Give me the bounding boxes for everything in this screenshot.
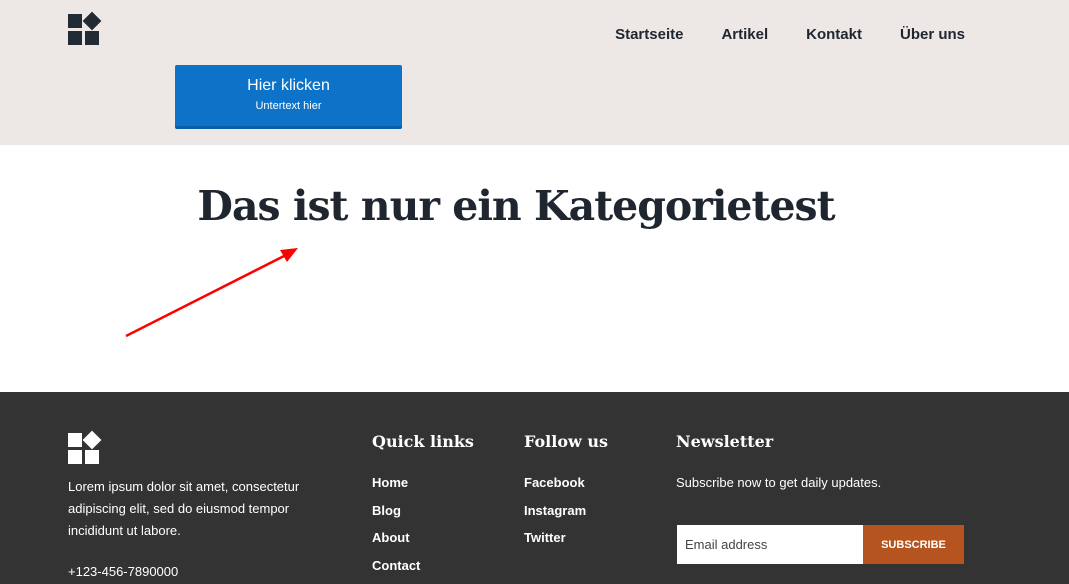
arrow-head	[280, 248, 298, 262]
footer-about-text: Lorem ipsum dolor sit amet, consectetur …	[68, 479, 300, 538]
footer-phone: +123-456-7890000	[68, 564, 179, 579]
newsletter-heading: Newsletter	[676, 432, 774, 451]
logo-diamond	[82, 430, 102, 450]
page-title: Das ist nur ein Kategorietest	[197, 182, 835, 230]
nav-item-startseite[interactable]: Startseite	[615, 26, 683, 43]
site-footer: Lorem ipsum dolor sit amet, consectetur …	[0, 392, 1069, 584]
blocks-logo-icon[interactable]	[68, 11, 102, 46]
nav-item-ueber-uns[interactable]: Über uns	[900, 26, 965, 43]
logo-diamond	[82, 11, 102, 31]
arrow-shaft	[125, 252, 289, 338]
cta-button-sublabel: Untertext hier	[255, 100, 322, 112]
logo-square	[68, 31, 82, 45]
email-field[interactable]	[677, 525, 863, 564]
follow-us-heading: Follow us	[524, 432, 608, 451]
logo-square	[85, 31, 99, 45]
footer-link-contact[interactable]: Contact	[372, 558, 420, 573]
footer-link-blog[interactable]: Blog	[372, 503, 401, 518]
newsletter-column: Newsletter Subscribe now to get daily up…	[676, 432, 881, 490]
blocks-logo-icon[interactable]	[68, 430, 102, 465]
cta-button[interactable]: Hier klicken Untertext hier	[175, 65, 402, 129]
newsletter-form: SUBSCRIBE	[677, 525, 964, 564]
site-header: Startseite Artikel Kontakt Über uns Hier…	[0, 0, 1069, 145]
follow-us-column: Follow us Facebook Instagram Twitter	[524, 432, 608, 558]
social-link-facebook[interactable]: Facebook	[524, 475, 585, 490]
quick-links-column: Quick links Home Blog About Contact	[372, 432, 474, 584]
social-link-twitter[interactable]: Twitter	[524, 530, 566, 545]
cta-button-label: Hier klicken	[247, 77, 330, 94]
footer-link-about[interactable]: About	[372, 530, 410, 545]
logo-square	[85, 450, 99, 464]
logo-square	[68, 433, 82, 447]
nav-item-kontakt[interactable]: Kontakt	[806, 26, 862, 43]
main-nav: Startseite Artikel Kontakt Über uns	[615, 26, 965, 43]
social-link-instagram[interactable]: Instagram	[524, 503, 586, 518]
newsletter-text: Subscribe now to get daily updates.	[676, 475, 882, 490]
quick-links-heading: Quick links	[372, 432, 474, 451]
subscribe-button[interactable]: SUBSCRIBE	[863, 525, 964, 564]
annotation-arrow-icon	[125, 248, 298, 338]
nav-item-artikel[interactable]: Artikel	[721, 26, 768, 43]
logo-square	[68, 450, 82, 464]
footer-link-home[interactable]: Home	[372, 475, 408, 490]
logo-square	[68, 14, 82, 28]
